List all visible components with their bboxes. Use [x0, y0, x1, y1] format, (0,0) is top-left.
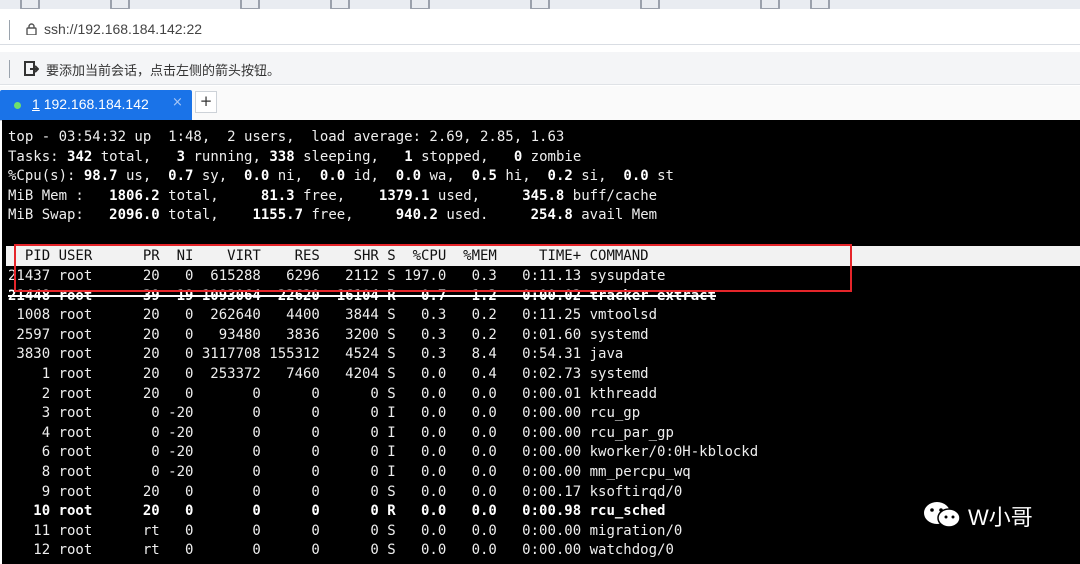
summary-segment: MiB Mem : [8, 187, 110, 204]
summary-segment: used. [437, 207, 531, 223]
add-session-arrow-icon[interactable] [24, 61, 39, 76]
summary-line: top - 03:54:32 up 1:48, 2 users, load av… [8, 127, 564, 147]
summary-segment: st [648, 168, 674, 184]
terminal-output[interactable]: top - 03:54:32 up 1:48, 2 users, load av… [2, 120, 1080, 564]
toolbar-icon[interactable] [530, 0, 550, 9]
summary-segment: sleeping, [294, 148, 405, 165]
summary-segment: buff/cache [564, 187, 658, 204]
summary-segment: 3 [176, 148, 186, 165]
lock-icon [26, 23, 37, 35]
wechat-watermark: W小哥 [922, 496, 1052, 536]
session-tab[interactable]: 1 192.168.184.142 × [0, 90, 192, 120]
summary-segment: free, [303, 207, 396, 223]
summary-segment: si, [572, 168, 624, 184]
summary-segment: 1806.2 [109, 187, 160, 204]
watermark-text: W小哥 [968, 505, 1033, 530]
process-row: 3830 root 20 0 3117708 155312 4524 S 0.3… [8, 346, 624, 363]
summary-segment: 1 [404, 148, 413, 165]
process-row: 4 root 0 -20 0 0 0 I 0.0 0.0 0:00.00 rcu… [8, 424, 674, 441]
process-row: 2 root 20 0 0 0 0 S 0.0 0.0 0:00.01 kthr… [8, 385, 658, 402]
summary-segment: 0.7 [168, 168, 194, 184]
top-toolbar [0, 0, 1080, 9]
toolbar-icon[interactable] [640, 0, 660, 9]
summary-segment: sy, [193, 168, 245, 184]
toolbar-icon[interactable] [330, 0, 350, 9]
session-hint-bar: 要添加当前会话，点击左侧的箭头按钮。 [0, 52, 1080, 85]
session-tab-bar: 1 192.168.184.142 × + [0, 86, 1080, 121]
address-url[interactable]: ssh://192.168.184.142:22 [44, 21, 202, 37]
summary-segment: 338 [269, 148, 295, 165]
summary-segment: top - 03:54:32 up 1:48, 2 users, load av… [8, 129, 565, 145]
highlight-box [14, 244, 852, 292]
summary-line: %Cpu(s): 98.7 us, 0.7 sy, 0.0 ni, 0.0 id… [8, 166, 674, 186]
process-row: 2597 root 20 0 93480 3836 3200 S 0.3 0.2… [8, 326, 649, 343]
process-row: 6 root 0 -20 0 0 0 I 0.0 0.0 0:00.00 kwo… [8, 444, 759, 461]
summary-line: MiB Swap: 2096.0 total, 1155.7 free, 940… [8, 205, 657, 225]
toolbar-icon[interactable] [810, 0, 830, 9]
summary-segment: 254.8 [530, 207, 573, 223]
toolbar-icon[interactable] [410, 0, 430, 9]
summary-segment: 342 [67, 148, 93, 165]
toolbar-icon[interactable] [110, 0, 130, 9]
summary-segment: 0.0 [623, 168, 649, 184]
process-row: 8 root 0 -20 0 0 0 I 0.0 0.0 0:00.00 mm_… [8, 464, 691, 480]
summary-segment: MiB Swap: [8, 207, 110, 223]
summary-segment: stopped, [412, 148, 514, 165]
session-tab-label: 1 192.168.184.142 [32, 96, 149, 112]
process-row: 9 root 20 0 0 0 0 S 0.0 0.0 0:00.17 ksof… [8, 483, 683, 500]
close-tab-icon[interactable]: × [172, 95, 183, 110]
summary-segment: Tasks: [8, 148, 68, 165]
process-row: 1 root 20 0 253372 7460 4204 S 0.0 0.4 0… [8, 366, 649, 382]
summary-segment: 98.7 [83, 168, 118, 184]
summary-segment: id, [345, 168, 396, 184]
address-bar[interactable]: ssh://192.168.184.142:22 [0, 14, 1080, 45]
summary-segment: zombie [522, 148, 582, 165]
summary-segment: 0.0 [395, 168, 422, 184]
summary-line: Tasks: 342 total, 3 running, 338 sleepin… [8, 147, 581, 167]
toolbar-icon[interactable] [240, 0, 260, 9]
summary-segment: 0.5 [471, 168, 497, 184]
summary-segment: free, [294, 187, 379, 204]
summary-segment: total, [159, 207, 253, 223]
summary-segment: 940.2 [395, 207, 438, 223]
wechat-logo-icon [924, 502, 961, 528]
divider [9, 60, 10, 78]
summary-segment: us, [117, 168, 169, 184]
toolbar-icon[interactable] [20, 0, 40, 9]
summary-segment: 2096.0 [109, 207, 160, 223]
summary-segment: total, [92, 148, 177, 165]
session-hint-text: 要添加当前会话，点击左侧的箭头按钮。 [46, 64, 281, 79]
summary-segment: %Cpu(s): [8, 168, 84, 184]
process-row: 3 root 0 -20 0 0 0 I 0.0 0.0 0:00.00 rcu… [8, 405, 641, 422]
process-row: 11 root rt 0 0 0 0 S 0.0 0.0 0:00.00 mig… [8, 522, 683, 539]
summary-segment: ni, [269, 168, 320, 184]
summary-line: MiB Mem : 1806.2 total, 81.3 free, 1379.… [8, 186, 657, 206]
summary-segment: total, [159, 187, 261, 204]
toolbar-icon[interactable] [760, 0, 780, 9]
summary-segment: wa, [421, 168, 472, 184]
process-row: 10 root 20 0 0 0 0 R 0.0 0.0 0:00.98 rcu… [8, 503, 666, 520]
summary-segment: running, [185, 148, 270, 165]
summary-segment: 345.8 [522, 187, 565, 204]
summary-segment: 0.2 [547, 168, 573, 184]
summary-segment: 1379.1 [378, 187, 430, 204]
summary-segment: 1155.7 [252, 207, 304, 223]
connected-status-icon [14, 102, 21, 109]
summary-segment: used, [429, 187, 523, 204]
summary-segment: 81.3 [260, 187, 295, 204]
summary-segment: avail Mem [572, 207, 658, 223]
summary-segment: 0 [513, 148, 523, 165]
process-row: 12 root rt 0 0 0 0 S 0.0 0.0 0:00.00 wat… [8, 542, 674, 559]
summary-segment: 0.0 [319, 168, 346, 184]
new-tab-button[interactable]: + [195, 91, 217, 113]
process-row: 1008 root 20 0 262640 4400 3844 S 0.3 0.… [8, 307, 658, 324]
summary-segment: 0.0 [244, 168, 270, 184]
divider [9, 20, 10, 40]
summary-segment: hi, [496, 168, 548, 184]
